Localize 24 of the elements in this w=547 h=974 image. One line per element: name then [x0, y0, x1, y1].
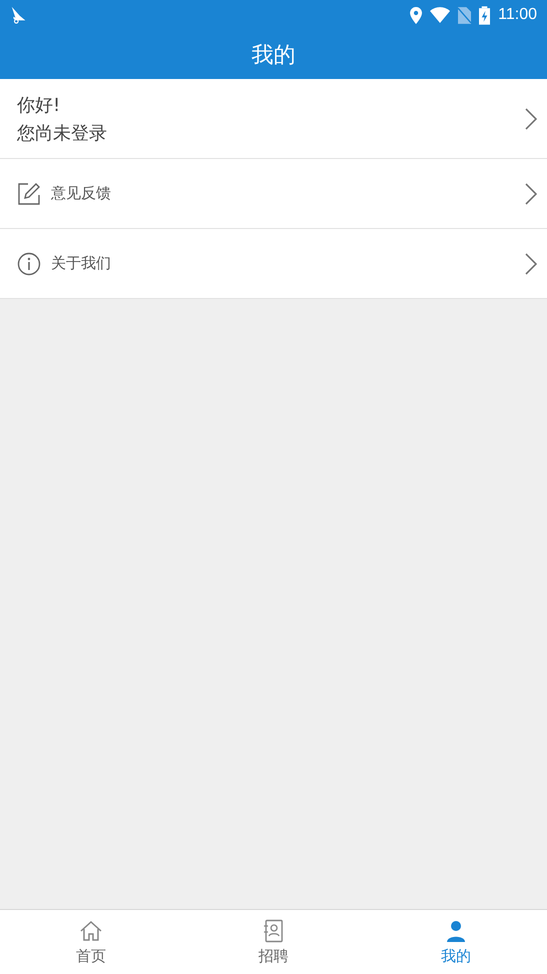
menu-item[interactable]: 意见反馈 — [0, 159, 547, 229]
home-icon — [79, 918, 104, 942]
menu-label: 意见反馈 — [51, 184, 112, 203]
bird-icon — [10, 6, 28, 24]
status-time: 11:00 — [498, 6, 537, 24]
page-title: 我的 — [252, 42, 296, 70]
no-sim-icon — [458, 6, 472, 24]
menu-label: 关于我们 — [51, 254, 112, 273]
edit-icon — [17, 182, 41, 206]
nav-tab[interactable]: 招聘 — [182, 910, 365, 974]
nav-tab[interactable]: 首页 — [0, 910, 182, 974]
chevron-icon — [525, 108, 537, 130]
login-status-text: 您尚未登录 — [17, 122, 108, 144]
battery-charging-icon — [479, 6, 490, 24]
nav-tab[interactable]: 我的 — [364, 910, 547, 974]
chevron-icon — [525, 182, 537, 204]
profile-row[interactable]: 你好! 您尚未登录 — [0, 79, 547, 159]
info-icon — [17, 252, 41, 276]
contact-book-icon — [261, 918, 286, 942]
menu-item[interactable]: 关于我们 — [0, 229, 547, 299]
chevron-icon — [525, 252, 537, 274]
wifi-icon — [430, 7, 450, 23]
greeting-text: 你好! — [17, 94, 62, 116]
location-icon — [410, 6, 422, 24]
